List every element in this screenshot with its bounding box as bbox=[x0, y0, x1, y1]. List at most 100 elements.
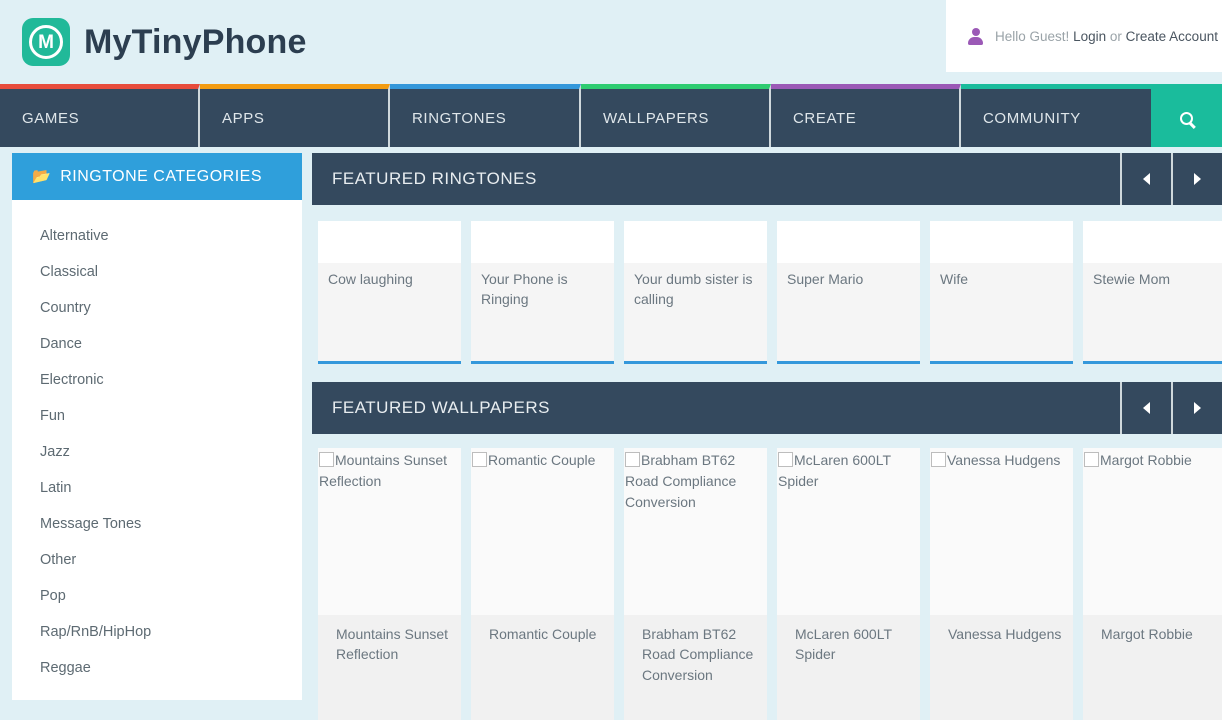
sidebar-item-latin[interactable]: Latin bbox=[12, 470, 302, 506]
featured-wallpapers-prev-button[interactable] bbox=[1120, 382, 1171, 434]
nav-item-ringtones[interactable]: RINGTONES bbox=[390, 84, 581, 147]
wallpaper-image: Margot Robbie bbox=[1083, 448, 1222, 615]
ringtone-thumbnail bbox=[318, 221, 461, 263]
wallpaper-card[interactable]: Margot Robbie Margot Robbie bbox=[1083, 448, 1222, 720]
create-account-link[interactable]: Create Account bbox=[1126, 29, 1218, 44]
wallpaper-caption: Mountains Sunset Reflection bbox=[318, 615, 461, 720]
broken-image-icon bbox=[931, 452, 946, 467]
nav-item-create[interactable]: CREATE bbox=[771, 84, 961, 147]
sidebar-header: 📂 RINGTONE CATEGORIES bbox=[12, 153, 302, 200]
wallpaper-image: Romantic Couple bbox=[471, 448, 614, 615]
nav-item-community[interactable]: COMMUNITY bbox=[961, 84, 1151, 147]
nav-item-apps[interactable]: APPS bbox=[200, 84, 390, 147]
wallpaper-alt-text: Brabham BT62 Road Compliance Conversion bbox=[625, 452, 737, 510]
ringtone-card[interactable]: Stewie Mom bbox=[1083, 221, 1222, 364]
sidebar-item-other[interactable]: Other bbox=[12, 542, 302, 578]
broken-image-icon bbox=[778, 452, 793, 467]
featured-ringtones-prev-button[interactable] bbox=[1120, 153, 1171, 205]
ringtone-thumbnail bbox=[624, 221, 767, 263]
greeting-label: Hello Guest! bbox=[995, 28, 1070, 44]
search-icon bbox=[1180, 111, 1193, 125]
ringtone-card[interactable]: Cow laughing bbox=[318, 221, 461, 364]
nav-item-games[interactable]: GAMES bbox=[0, 84, 200, 147]
wallpaper-card[interactable]: McLaren 600LT Spider McLaren 600LT Spide… bbox=[777, 448, 920, 720]
sidebar-item-classical[interactable]: Classical bbox=[12, 254, 302, 290]
search-button[interactable] bbox=[1151, 84, 1222, 147]
arrow-left-icon bbox=[1143, 173, 1150, 185]
broken-image-icon bbox=[625, 452, 640, 467]
sidebar-item-message-tones[interactable]: Message Tones bbox=[12, 506, 302, 542]
sidebar-category-list: Alternative Classical Country Dance Elec… bbox=[12, 200, 302, 700]
site-header: M MyTinyPhone Hello Guest! Login or Crea… bbox=[0, 0, 1222, 84]
wallpaper-card[interactable]: Romantic Couple Romantic Couple bbox=[471, 448, 614, 720]
sidebar-item-alternative[interactable]: Alternative bbox=[12, 218, 302, 254]
featured-ringtones-title: FEATURED RINGTONES bbox=[332, 169, 537, 188]
nav-item-wallpapers[interactable]: WALLPAPERS bbox=[581, 84, 771, 147]
broken-image-icon bbox=[1084, 452, 1099, 467]
wallpaper-caption: Brabham BT62 Road Compliance Conversion bbox=[624, 615, 767, 720]
ringtone-thumbnail bbox=[930, 221, 1073, 263]
wallpaper-alt-text: McLaren 600LT Spider bbox=[778, 452, 891, 489]
ringtone-thumbnail bbox=[1083, 221, 1222, 263]
arrow-left-icon bbox=[1143, 402, 1150, 414]
broken-image-icon bbox=[319, 452, 334, 467]
ringtone-card[interactable]: Wife bbox=[930, 221, 1073, 364]
sidebar: 📂 RINGTONE CATEGORIES Alternative Classi… bbox=[12, 153, 302, 720]
sidebar-item-dance[interactable]: Dance bbox=[12, 326, 302, 362]
sidebar-item-reggae[interactable]: Reggae bbox=[12, 650, 302, 686]
sidebar-item-rap-rnb-hiphop[interactable]: Rap/RnB/HipHop bbox=[12, 614, 302, 650]
featured-wallpapers-list: Mountains Sunset Reflection Mountains Su… bbox=[312, 434, 1222, 720]
wallpaper-caption: Romantic Couple bbox=[471, 615, 614, 720]
ringtone-title: Wife bbox=[940, 271, 968, 287]
or-label: or bbox=[1109, 28, 1122, 44]
ringtone-thumbnail bbox=[471, 221, 614, 263]
brand-name: MyTinyPhone bbox=[84, 22, 307, 61]
broken-image-icon bbox=[472, 452, 487, 467]
featured-ringtones-list: Cow laughing Your Phone is Ringing Your … bbox=[312, 205, 1222, 364]
sidebar-title: RINGTONE CATEGORIES bbox=[60, 167, 263, 185]
ringtone-title: Super Mario bbox=[787, 271, 864, 287]
user-icon bbox=[968, 27, 983, 45]
sidebar-item-fun[interactable]: Fun bbox=[12, 398, 302, 434]
sidebar-item-country[interactable]: Country bbox=[12, 290, 302, 326]
featured-wallpapers-title: FEATURED WALLPAPERS bbox=[332, 398, 550, 417]
main-column: FEATURED RINGTONES Cow laughing Your Pho… bbox=[312, 153, 1222, 720]
ringtone-card[interactable]: Super Mario bbox=[777, 221, 920, 364]
featured-wallpapers-header: FEATURED WALLPAPERS bbox=[312, 382, 1222, 434]
ringtone-card[interactable]: Your dumb sister is calling bbox=[624, 221, 767, 364]
wallpaper-card[interactable]: Mountains Sunset Reflection Mountains Su… bbox=[318, 448, 461, 720]
arrow-right-icon bbox=[1194, 173, 1201, 185]
wallpaper-caption: Vanessa Hudgens bbox=[930, 615, 1073, 720]
featured-wallpapers-next-button[interactable] bbox=[1171, 382, 1222, 434]
sidebar-item-electronic[interactable]: Electronic bbox=[12, 362, 302, 398]
wallpaper-caption: Margot Robbie bbox=[1083, 615, 1222, 720]
wallpaper-card[interactable]: Brabham BT62 Road Compliance Conversion … bbox=[624, 448, 767, 720]
logo-letter: M bbox=[29, 25, 63, 59]
login-link[interactable]: Login bbox=[1073, 29, 1106, 44]
wallpaper-image: Vanessa Hudgens bbox=[930, 448, 1073, 615]
mytinyphone-logo-icon: M bbox=[22, 18, 70, 66]
account-status-text: Hello Guest! Login or Create Account bbox=[995, 29, 1218, 44]
ringtone-title: Cow laughing bbox=[328, 271, 413, 287]
featured-ringtones-next-button[interactable] bbox=[1171, 153, 1222, 205]
wallpaper-card[interactable]: Vanessa Hudgens Vanessa Hudgens bbox=[930, 448, 1073, 720]
wallpaper-alt-text: Vanessa Hudgens bbox=[947, 452, 1061, 468]
wallpaper-image: Mountains Sunset Reflection bbox=[318, 448, 461, 615]
page-content: 📂 RINGTONE CATEGORIES Alternative Classi… bbox=[0, 147, 1222, 720]
wallpaper-image: McLaren 600LT Spider bbox=[777, 448, 920, 615]
account-bar: Hello Guest! Login or Create Account bbox=[946, 0, 1222, 72]
wallpaper-caption: McLaren 600LT Spider bbox=[777, 615, 920, 720]
wallpaper-alt-text: Romantic Couple bbox=[488, 452, 596, 468]
ringtone-title: Your dumb sister is calling bbox=[634, 271, 753, 308]
brand-logo[interactable]: M MyTinyPhone bbox=[22, 18, 307, 66]
folder-open-icon: 📂 bbox=[32, 168, 52, 185]
ringtone-card[interactable]: Your Phone is Ringing bbox=[471, 221, 614, 364]
wallpaper-image: Brabham BT62 Road Compliance Conversion bbox=[624, 448, 767, 615]
arrow-right-icon bbox=[1194, 402, 1201, 414]
ringtone-title: Stewie Mom bbox=[1093, 271, 1171, 287]
wallpaper-alt-text: Margot Robbie bbox=[1100, 452, 1192, 468]
ringtone-thumbnail bbox=[777, 221, 920, 263]
sidebar-item-jazz[interactable]: Jazz bbox=[12, 434, 302, 470]
sidebar-item-pop[interactable]: Pop bbox=[12, 578, 302, 614]
main-navigation: GAMES APPS RINGTONES WALLPAPERS CREATE C… bbox=[0, 84, 1222, 147]
